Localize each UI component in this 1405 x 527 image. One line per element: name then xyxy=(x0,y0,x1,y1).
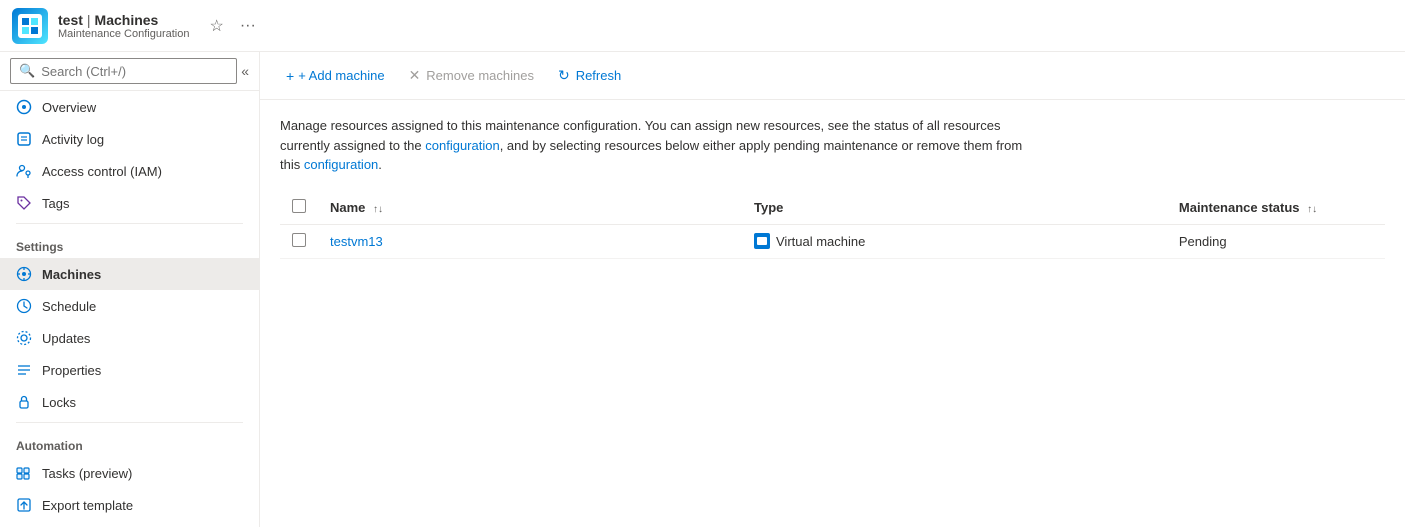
resource-title: test|Machines xyxy=(58,12,189,28)
search-input[interactable] xyxy=(41,64,228,79)
sidebar-item-machines[interactable]: Machines xyxy=(0,258,259,290)
sidebar-item-properties[interactable]: Properties xyxy=(0,354,259,386)
add-machine-label: + Add machine xyxy=(298,68,384,83)
properties-icon xyxy=(16,362,32,378)
sidebar-item-properties-label: Properties xyxy=(42,363,101,378)
machines-table: Name ↑↓ Type Maintenance status ↑↓ xyxy=(280,191,1385,259)
table-header-status[interactable]: Maintenance status ↑↓ xyxy=(1167,191,1385,225)
select-all-checkbox[interactable] xyxy=(292,199,306,213)
info-text: Manage resources assigned to this mainte… xyxy=(280,116,1040,175)
row-status-label: Pending xyxy=(1179,234,1227,249)
sidebar-item-overview[interactable]: Overview xyxy=(0,91,259,123)
sidebar-item-machines-label: Machines xyxy=(42,267,101,282)
refresh-button[interactable]: ↻ Refresh xyxy=(548,62,631,89)
vm-icon xyxy=(754,233,770,249)
sidebar-item-export-template[interactable]: Export template xyxy=(0,489,259,521)
sidebar-item-locks-label: Locks xyxy=(42,395,76,410)
row-checkbox-cell xyxy=(280,224,318,258)
toolbar: + + Add machine ✕ Remove machines ↻ Refr… xyxy=(260,52,1405,100)
refresh-icon: ↻ xyxy=(558,67,570,84)
vm-name-link[interactable]: testvm13 xyxy=(330,234,383,249)
table-header-type[interactable]: Type xyxy=(742,191,1167,225)
table-row: testvm13 Virtual machine Pending xyxy=(280,224,1385,258)
sidebar-item-tags[interactable]: Tags xyxy=(0,187,259,219)
row-type-label: Virtual machine xyxy=(776,234,865,249)
sidebar-item-updates[interactable]: Updates xyxy=(0,322,259,354)
updates-icon xyxy=(16,330,32,346)
table-header-checkbox xyxy=(280,191,318,225)
export-template-icon xyxy=(16,497,32,513)
content-area: + + Add machine ✕ Remove machines ↻ Refr… xyxy=(260,52,1405,527)
app-header: test|Machines Maintenance Configuration … xyxy=(0,0,1405,52)
remove-machines-button[interactable]: ✕ Remove machines xyxy=(399,62,544,89)
sidebar-item-access-control[interactable]: Access control (IAM) xyxy=(0,155,259,187)
collapse-sidebar-button[interactable]: « xyxy=(241,63,249,79)
row-status-cell: Pending xyxy=(1167,224,1385,258)
name-sort-icon: ↑↓ xyxy=(373,204,383,215)
overview-icon xyxy=(16,99,32,115)
main-layout: 🔍 « Overview Activity log Access control… xyxy=(0,52,1405,527)
automation-section-label: Automation xyxy=(0,427,259,457)
sidebar-item-schedule[interactable]: Schedule xyxy=(0,290,259,322)
sidebar-item-tasks-label: Tasks (preview) xyxy=(42,466,132,481)
sidebar-item-activity-log[interactable]: Activity log xyxy=(0,123,259,155)
sidebar-item-tasks[interactable]: Tasks (preview) xyxy=(0,457,259,489)
status-sort-icon: ↑↓ xyxy=(1307,204,1317,215)
tags-icon xyxy=(16,195,32,211)
sidebar-item-schedule-label: Schedule xyxy=(42,299,96,314)
header-actions: ☆ ··· xyxy=(205,12,259,40)
sidebar: 🔍 « Overview Activity log Access control… xyxy=(0,52,260,527)
app-logo xyxy=(12,8,48,44)
row-name-cell: testvm13 xyxy=(318,224,742,258)
locks-icon xyxy=(16,394,32,410)
schedule-icon xyxy=(16,298,32,314)
favorite-button[interactable]: ☆ xyxy=(205,12,227,40)
tasks-icon xyxy=(16,465,32,481)
sidebar-item-updates-label: Updates xyxy=(42,331,90,346)
type-icon-container: Virtual machine xyxy=(754,233,865,249)
access-control-icon xyxy=(16,163,32,179)
remove-machines-label: Remove machines xyxy=(426,68,534,83)
sidebar-item-tags-label: Tags xyxy=(42,196,69,211)
sidebar-item-activity-log-label: Activity log xyxy=(42,132,104,147)
config-link[interactable]: configuration xyxy=(425,138,499,153)
add-machine-button[interactable]: + + Add machine xyxy=(276,63,395,89)
config-link-2[interactable]: configuration xyxy=(304,157,378,172)
add-icon: + xyxy=(286,68,294,84)
resource-subtitle: Maintenance Configuration xyxy=(58,28,189,40)
table-header-name[interactable]: Name ↑↓ xyxy=(318,191,742,225)
table-section: Name ↑↓ Type Maintenance status ↑↓ xyxy=(260,191,1405,527)
activity-log-icon xyxy=(16,131,32,147)
row-type-cell: Virtual machine xyxy=(742,224,1167,258)
search-box: 🔍 xyxy=(10,58,237,84)
sidebar-item-export-template-label: Export template xyxy=(42,498,133,513)
info-section: Manage resources assigned to this mainte… xyxy=(260,100,1405,191)
machines-icon xyxy=(16,266,32,282)
header-title: test|Machines Maintenance Configuration xyxy=(58,12,189,40)
sidebar-item-access-control-label: Access control (IAM) xyxy=(42,164,162,179)
sidebar-item-overview-label: Overview xyxy=(42,100,96,115)
settings-section-label: Settings xyxy=(0,228,259,258)
search-icon: 🔍 xyxy=(19,63,35,79)
remove-icon: ✕ xyxy=(409,67,421,84)
row-checkbox[interactable] xyxy=(292,233,306,247)
more-options-button[interactable]: ··· xyxy=(236,13,260,39)
sidebar-item-locks[interactable]: Locks xyxy=(0,386,259,418)
refresh-label: Refresh xyxy=(576,68,622,83)
